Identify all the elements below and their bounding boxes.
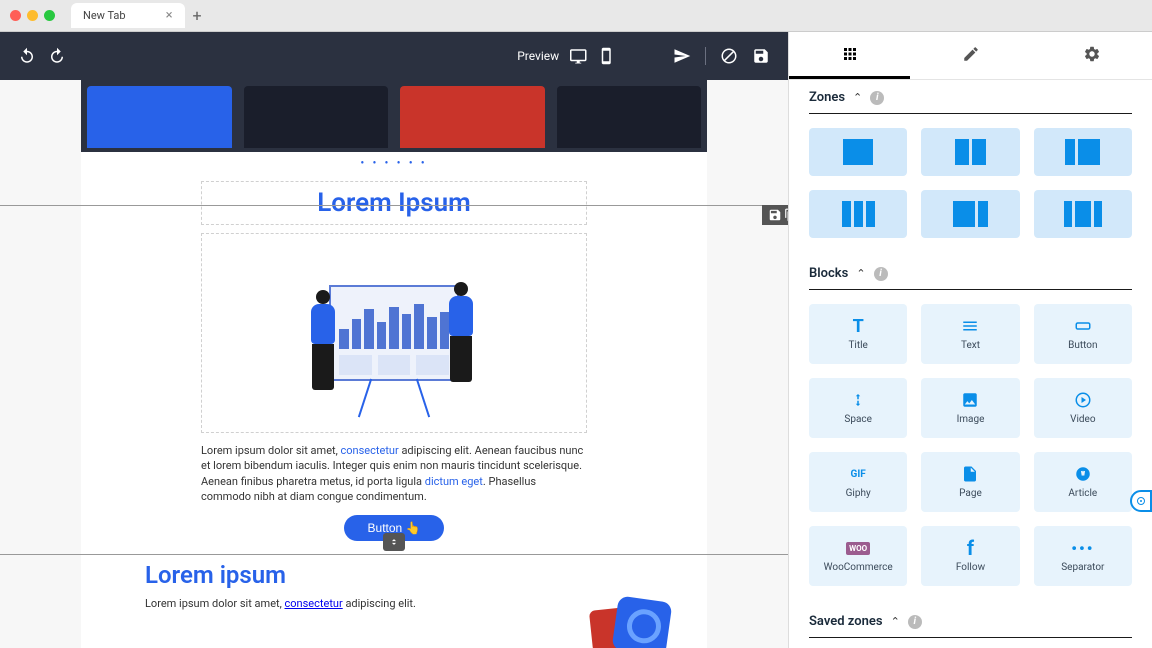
tab-title: New Tab [83,9,126,22]
zone-layout-3-1[interactable] [921,190,1019,238]
maximize-window-icon[interactable] [44,10,55,21]
preview-label: Preview [517,49,559,63]
help-fab[interactable] [1130,490,1152,512]
duplicate-zone-icon[interactable] [784,208,788,222]
undo-icon[interactable] [18,47,36,65]
block-text[interactable]: Text [921,304,1019,364]
image-block[interactable] [201,233,587,433]
email-canvas[interactable]: • • • • • • Lorem Ipsum [81,80,707,648]
send-icon[interactable] [673,47,691,65]
chevron-up-icon: ⌃ [891,615,900,628]
zone-layout-2col[interactable] [921,128,1019,176]
chevron-up-icon: ⌃ [853,91,862,104]
header-shape-dark-2 [557,86,702,148]
gear-blue-shape [612,595,673,648]
header-shape-dark [244,86,389,148]
divider [705,47,706,65]
section-blocks-title: Blocks [809,266,848,281]
redo-icon[interactable] [48,47,66,65]
block-button[interactable]: Button [1034,304,1132,364]
block-separator[interactable]: •••Separator [1034,526,1132,586]
tab-edit[interactable] [910,32,1031,79]
block-image[interactable]: Image [921,378,1019,438]
zone-toolbar [762,205,788,225]
new-tab-button[interactable]: + [193,6,202,25]
close-window-icon[interactable] [10,10,21,21]
illustration-person-left [304,290,342,400]
section-zones-title: Zones [809,90,845,105]
section-saved-header[interactable]: Saved zones ⌃ i [809,604,1132,638]
help-icon [1135,495,1147,507]
section-zones-header[interactable]: Zones ⌃ i [809,80,1132,114]
header-shape-blue [87,86,232,148]
sidebar-tabs [789,32,1152,80]
cancel-icon[interactable] [720,47,738,65]
block-page[interactable]: Page [921,452,1019,512]
zone-layout-1-3[interactable] [1034,128,1132,176]
block-title[interactable]: TTitle [809,304,907,364]
section-saved-title: Saved zones [809,614,883,629]
block-space[interactable]: Space [809,378,907,438]
chevron-up-icon: ⌃ [856,267,865,280]
save-zone-icon[interactable] [768,208,782,222]
block-article[interactable]: Article [1034,452,1132,512]
tab-settings[interactable] [1031,32,1152,79]
image-block-2[interactable] [587,597,687,648]
tab-blocks[interactable] [789,32,910,79]
text-link-3[interactable]: consectetur [285,597,343,610]
block-woocommerce[interactable]: WOOWooCommerce [809,526,907,586]
illustration-board [329,285,459,381]
browser-chrome: New Tab × + [0,0,1152,32]
grid-icon [841,45,859,63]
info-icon[interactable]: i [874,267,888,281]
illustration-person-right [442,282,480,392]
zone-layout-3col[interactable] [809,190,907,238]
zone-layout-1col[interactable] [809,128,907,176]
separator-dots: • • • • • • [81,152,707,171]
window-controls [10,10,55,21]
content-row-2[interactable]: Lorem ipsum dolor sit amet, consectetur … [81,597,707,648]
zone-layout-1-2-1[interactable] [1034,190,1132,238]
minimize-window-icon[interactable] [27,10,38,21]
resize-handle[interactable] [383,533,405,551]
text-block-2[interactable]: Lorem ipsum dolor sit amet, consectetur … [101,597,567,648]
header-shape-red [400,86,545,148]
mobile-preview-icon[interactable] [597,47,615,65]
sidebar: Zones ⌃ i Blocks ⌃ i TTitle Text Button [788,32,1152,648]
desktop-preview-icon[interactable] [569,47,587,65]
edit-icon [962,45,980,63]
block-giphy[interactable]: GIFGiphy [809,452,907,512]
section-blocks-header[interactable]: Blocks ⌃ i [809,256,1132,290]
editor-pane: Preview • • • • • • [0,32,788,648]
editor-toolbar: Preview [0,32,788,80]
info-icon[interactable]: i [908,615,922,629]
header-block[interactable] [81,80,707,152]
close-tab-icon[interactable]: × [166,8,173,23]
browser-tab[interactable]: New Tab × [71,3,185,28]
illustration-easel [354,378,434,418]
block-video[interactable]: Video [1034,378,1132,438]
info-icon[interactable]: i [870,91,884,105]
save-icon[interactable] [752,47,770,65]
block-follow[interactable]: fFollow [921,526,1019,586]
gear-icon [1083,45,1101,63]
